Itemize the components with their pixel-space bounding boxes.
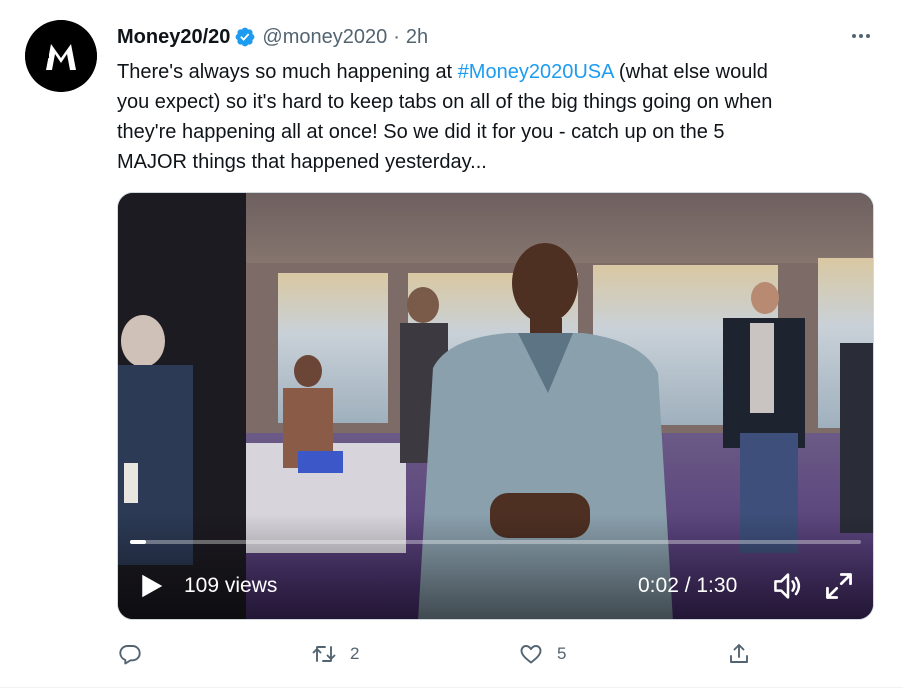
like-count: 5 [557,644,567,663]
like-button[interactable]: 5 [519,640,566,668]
display-name[interactable]: Money20/20 [117,26,230,49]
avatar[interactable] [25,20,97,92]
more-options-icon[interactable] [846,26,876,46]
tweet-text-line: There's always so much happening at #Mon… [117,57,877,87]
tweet-text-line: MAJOR things that happened yesterday... [117,151,487,173]
money2020-logo-icon [25,20,97,92]
share-icon [730,644,748,663]
video-progress-bar[interactable] [130,540,861,544]
hashtag-link[interactable]: #Money2020USA [458,61,614,83]
tweet-text: There's always so much happening at #Mon… [117,57,877,177]
retweet-button[interactable]: 2 [312,640,359,668]
volume-icon[interactable] [772,571,804,601]
view-count: 109 views [184,574,278,597]
handle[interactable]: @money2020 [262,26,387,49]
reply-icon [119,645,141,665]
fullscreen-icon[interactable] [824,571,854,601]
tweet-actions: 2 5 [0,640,903,670]
video-controls: 109 views 0:02 / 1:30 [118,563,873,609]
video-frame [118,193,873,619]
video-progress-fill [130,540,147,544]
tweet-text-line: they're happening all at once! So we did… [117,121,725,143]
share-button[interactable] [727,640,751,668]
play-icon[interactable] [136,571,166,601]
like-icon [520,645,542,664]
separator-dot: · [393,25,400,48]
timestamp[interactable]: 2h [406,26,428,49]
text-segment: There's always so much happening at [117,61,458,83]
video-player[interactable]: 109 views 0:02 / 1:30 [117,192,874,620]
verified-badge-icon [234,26,256,48]
tweet-header: Money20/20 @money2020 · 2h [117,24,428,50]
tweet-card[interactable]: Money20/20 @money2020 · 2h There's alway… [0,0,903,688]
text-segment: (what else would [613,61,768,83]
retweet-icon [312,646,336,662]
retweet-count: 2 [350,644,360,663]
reply-button[interactable] [118,640,142,668]
tweet-text-line: you expect) so it's hard to keep tabs on… [117,91,773,113]
video-timecode: 0:02 / 1:30 [638,574,738,597]
